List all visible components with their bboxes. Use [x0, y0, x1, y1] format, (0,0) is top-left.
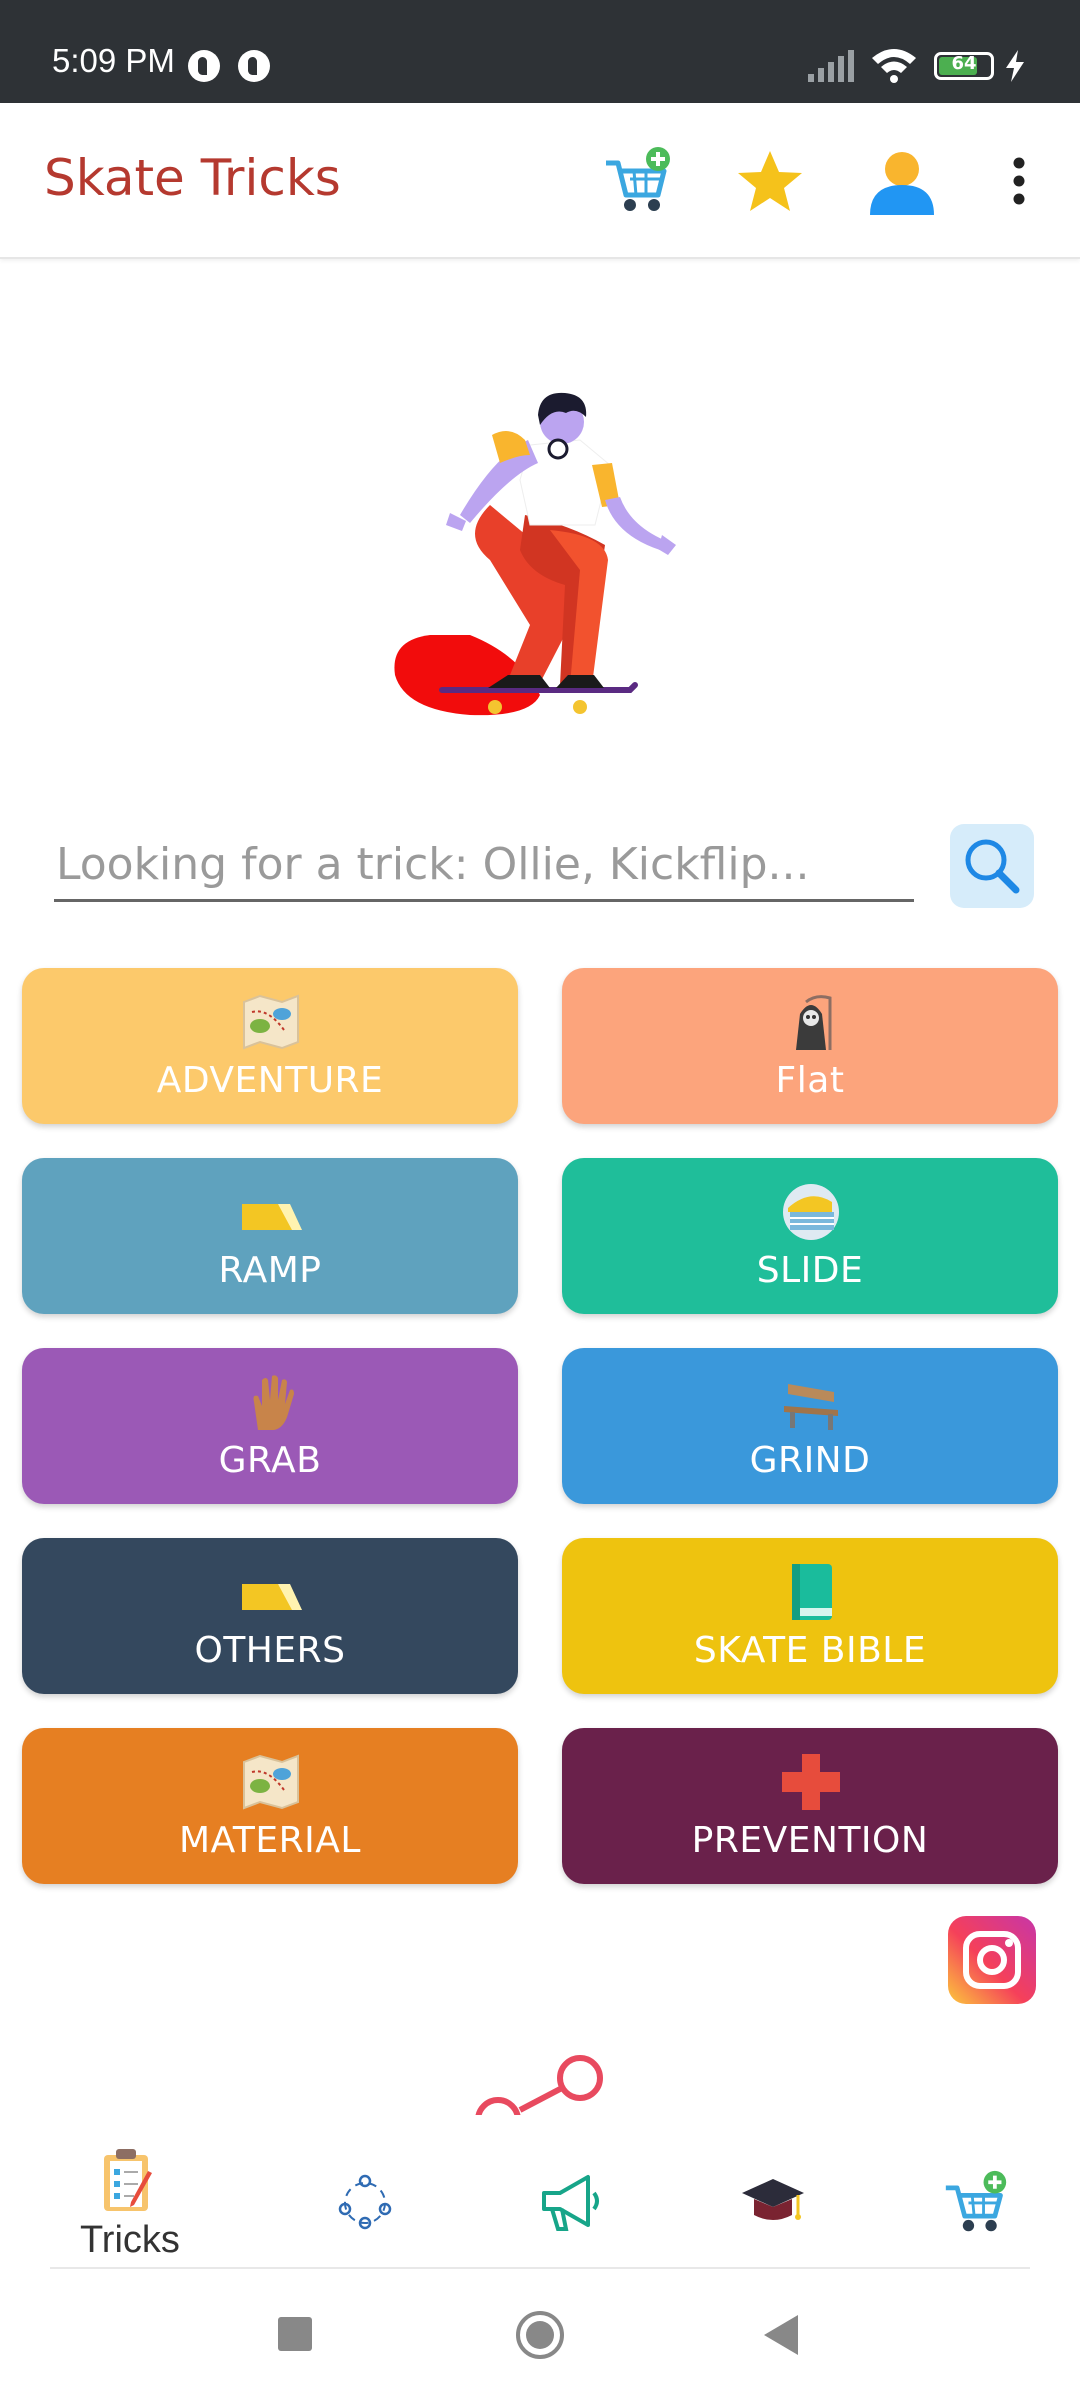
- search-icon: [965, 839, 1020, 894]
- category-label: GRIND: [749, 1440, 871, 1481]
- category-others-button[interactable]: OTHERS: [22, 1538, 518, 1694]
- map-icon: [243, 1754, 299, 1810]
- category-skate-bible-button[interactable]: SKATE BIBLE: [562, 1538, 1058, 1694]
- category-label: PREVENTION: [691, 1820, 929, 1861]
- hand-icon: [253, 1375, 294, 1430]
- graduation-cap-icon: [742, 2179, 804, 2220]
- nav-tricks-tab[interactable]: Tricks: [68, 2127, 208, 2261]
- category-grab-button[interactable]: GRAB: [22, 1348, 518, 1504]
- instagram-icon: [948, 1916, 1036, 2004]
- nav-community-tab[interactable]: [305, 2127, 425, 2257]
- notification-icon: [188, 50, 220, 82]
- nav-learn-tab[interactable]: [712, 2127, 832, 2257]
- charging-icon: [1006, 50, 1024, 82]
- category-grind-button[interactable]: GRIND: [562, 1348, 1058, 1504]
- clipboard-icon: [104, 2149, 152, 2211]
- back-button[interactable]: [762, 2313, 800, 2357]
- category-slide-button[interactable]: SLIDE: [562, 1158, 1058, 1314]
- nav-shop-tab[interactable]: [918, 2127, 1038, 2257]
- cart-add-icon: [606, 147, 670, 211]
- grim-reaper-icon: [796, 995, 832, 1050]
- ramp-icon: [242, 1584, 302, 1610]
- share-icon[interactable]: [470, 2040, 610, 2115]
- ramp-icon: [242, 1204, 302, 1230]
- category-label: Flat: [775, 1060, 845, 1101]
- signal-icon: [808, 50, 854, 82]
- search-input[interactable]: [54, 830, 914, 902]
- battery-level: 64: [951, 53, 977, 74]
- recent-apps-button[interactable]: [278, 2317, 312, 2351]
- category-adventure-button[interactable]: ADVENTURE: [22, 968, 518, 1124]
- category-label: SLIDE: [756, 1250, 864, 1291]
- category-label: OTHERS: [194, 1630, 346, 1671]
- map-icon: [243, 994, 299, 1050]
- category-label: SKATE BIBLE: [693, 1630, 927, 1671]
- nav-news-tab[interactable]: [508, 2127, 628, 2257]
- cart-add-icon: [945, 2170, 1007, 2232]
- category-label: ADVENTURE: [156, 1060, 384, 1101]
- system-navigation-bar: [0, 2269, 1080, 2400]
- bench-icon: [784, 1384, 838, 1430]
- wifi-icon: [872, 49, 916, 83]
- star-icon: [738, 151, 802, 211]
- category-label: MATERIAL: [179, 1820, 361, 1861]
- app-title: Skate Tricks: [44, 149, 341, 207]
- profile-icon: [870, 152, 934, 215]
- notification-icon: [238, 50, 270, 82]
- more-options-button[interactable]: [996, 143, 1042, 219]
- category-label: RAMP: [218, 1250, 322, 1291]
- cart-add-button[interactable]: [600, 143, 676, 219]
- favorites-button[interactable]: [732, 143, 808, 219]
- status-bar: 5:09 PM 64: [0, 0, 1080, 103]
- instagram-button[interactable]: [948, 1916, 1036, 2004]
- category-flat-button[interactable]: Flat: [562, 968, 1058, 1124]
- category-material-button[interactable]: MATERIAL: [22, 1728, 518, 1884]
- book-icon: [792, 1564, 832, 1620]
- status-time: 5:09 PM: [52, 42, 175, 79]
- more-vert-icon: [1013, 157, 1025, 205]
- red-cross-icon: [782, 1754, 840, 1810]
- bottom-navigation: Tricks: [0, 2115, 1080, 2269]
- community-icon: [338, 2174, 392, 2230]
- megaphone-icon: [542, 2175, 599, 2231]
- search-button[interactable]: [950, 824, 1034, 908]
- profile-button[interactable]: [864, 143, 940, 219]
- category-label: GRAB: [218, 1440, 322, 1481]
- skater-illustration: [394, 392, 676, 716]
- category-prevention-button[interactable]: PREVENTION: [562, 1728, 1058, 1884]
- app-bar: Skate Tricks: [0, 103, 1080, 259]
- home-button[interactable]: [514, 2309, 566, 2361]
- category-ramp-button[interactable]: RAMP: [22, 1158, 518, 1314]
- battery-icon: 64: [934, 52, 994, 80]
- slide-icon: [783, 1184, 839, 1240]
- nav-tricks-label: Tricks: [80, 2219, 180, 2261]
